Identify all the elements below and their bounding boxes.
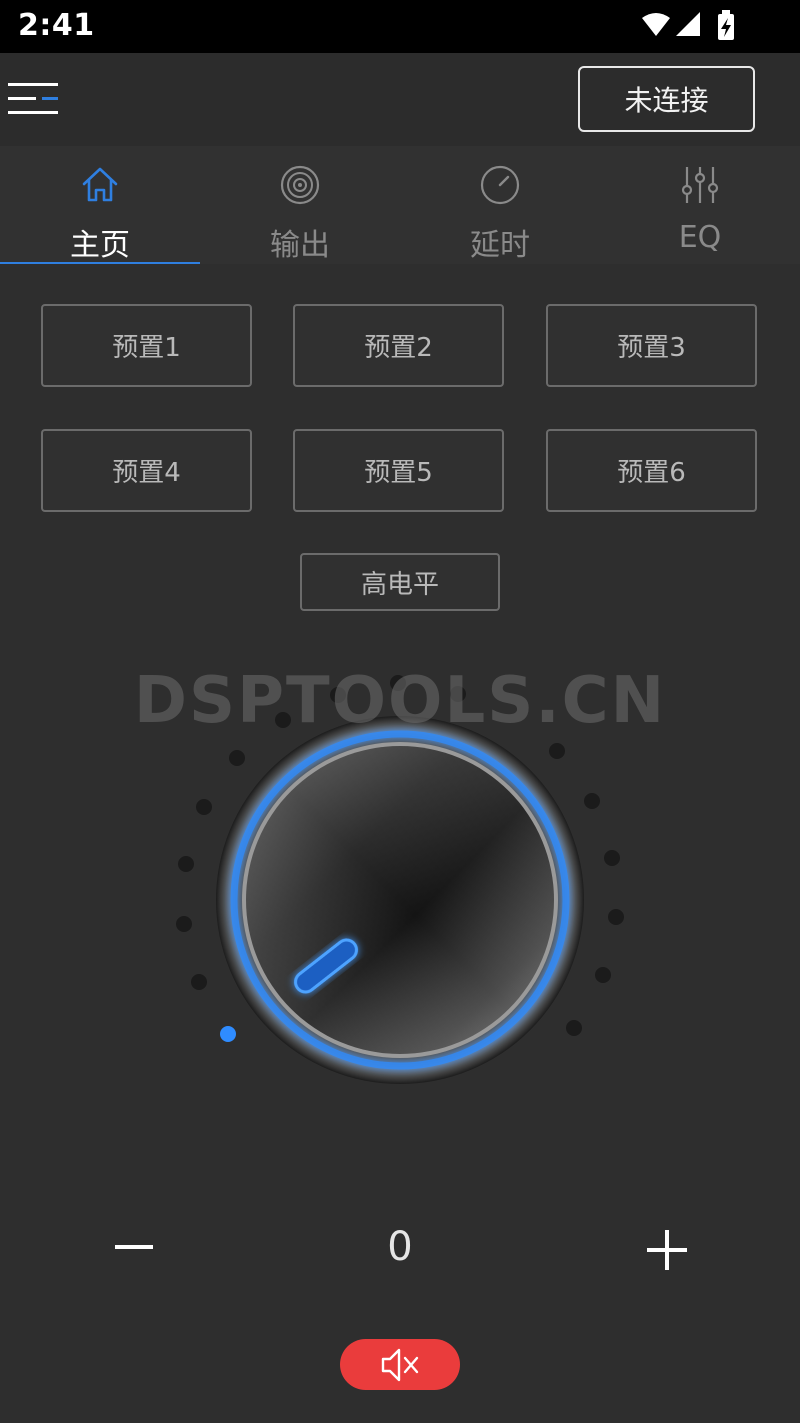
signal-icon [676, 12, 700, 36]
high-level-button[interactable]: 高电平 [300, 553, 500, 611]
preset-3-button[interactable]: 预置3 [546, 304, 757, 387]
status-bar: 2:41 [0, 0, 800, 53]
menu-icon[interactable] [6, 77, 64, 121]
tab-eq[interactable]: EQ [600, 146, 800, 264]
equalizer-icon [681, 167, 719, 203]
gauge-icon [480, 165, 520, 205]
home-icon [82, 167, 118, 202]
minus-icon[interactable] [113, 1225, 155, 1267]
tab-eq-label: EQ [678, 220, 722, 255]
watermark: DSPTOOLS.CN [133, 664, 667, 738]
connect-button[interactable]: 未连接 [578, 66, 755, 132]
plus-icon[interactable] [645, 1228, 689, 1272]
mute-button[interactable] [340, 1339, 460, 1390]
tab-delay-label: 延时 [470, 228, 530, 263]
wifi-icon [642, 13, 670, 36]
tab-output[interactable]: 输出 [200, 146, 400, 264]
status-icons [642, 10, 734, 40]
preset-1-button[interactable]: 预置1 [41, 304, 252, 387]
volume-value: 0 [387, 1224, 413, 1270]
preset-4-button[interactable]: 预置4 [41, 429, 252, 512]
preset-2-button[interactable]: 预置2 [293, 304, 504, 387]
tab-bar: 主页 输出 延时 EQ [0, 146, 800, 264]
battery-charging-icon [718, 10, 734, 40]
status-time: 2:41 [18, 8, 95, 43]
tab-output-label: 输出 [270, 228, 330, 263]
app-bar: 未连接 [0, 53, 800, 146]
tab-home[interactable]: 主页 [0, 146, 200, 264]
tab-home-label: 主页 [70, 228, 130, 263]
mute-icon [381, 1348, 419, 1381]
preset-6-button[interactable]: 预置6 [546, 429, 757, 512]
speaker-icon [280, 165, 320, 205]
preset-5-button[interactable]: 预置5 [293, 429, 504, 512]
tab-delay[interactable]: 延时 [400, 146, 600, 264]
tab-indicator [0, 262, 200, 264]
